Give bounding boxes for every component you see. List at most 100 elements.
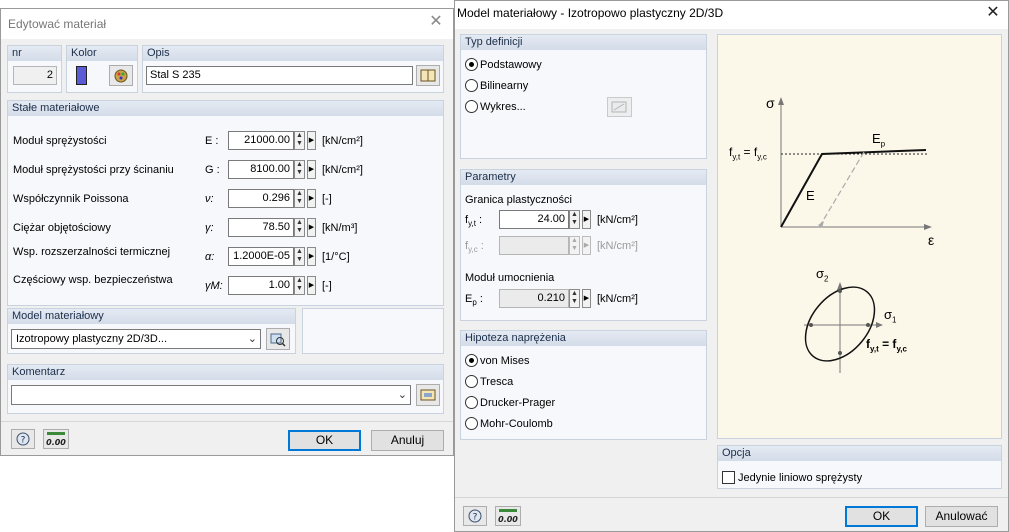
fyt-arrow[interactable]: ▶	[582, 210, 591, 229]
safety-factor-spinner[interactable]: ▲ ▼	[294, 276, 305, 295]
help-icon: ?	[468, 509, 482, 523]
close-icon[interactable]: ✕	[426, 13, 446, 33]
thermal-expansion-unit: [1/°C]	[322, 251, 350, 263]
poisson-ratio-input[interactable]: 0.296	[228, 189, 294, 208]
poisson-ratio-label: Współczynnik Poissona	[13, 193, 129, 205]
comment-input[interactable]: ⌄	[11, 385, 411, 405]
radio-von-mises-label[interactable]: von Mises	[480, 355, 530, 367]
safety-factor-input[interactable]: 1.00	[228, 276, 294, 295]
unit-weight-arrow[interactable]: ▶	[307, 218, 316, 237]
comment-title: Komentarz	[8, 365, 443, 380]
svg-text:?: ?	[473, 513, 478, 523]
fyt-symbol: fy,t :	[465, 214, 483, 229]
elastic-modulus-spinner[interactable]: ▲ ▼	[294, 131, 305, 150]
library-button[interactable]	[416, 65, 440, 86]
material-model-value: Izotropowy plastyczny 2D/3D...	[16, 333, 168, 345]
palette-icon	[114, 69, 128, 83]
comment-action-button[interactable]	[416, 384, 440, 406]
units-button[interactable]: 0.00	[495, 506, 521, 526]
fyc-input	[499, 236, 569, 255]
radio-von-mises[interactable]	[465, 354, 478, 367]
ep-arrow[interactable]: ▶	[582, 289, 591, 308]
elastic-modulus-curve-label: E	[806, 188, 815, 203]
linear-elastic-checkbox[interactable]	[722, 471, 735, 484]
radio-diagram[interactable]	[465, 100, 478, 113]
yield-strength-label: Granica plastyczności	[465, 194, 572, 206]
shear-modulus-spinner[interactable]: ▲ ▼	[294, 160, 305, 179]
option-title: Opcja	[718, 446, 1001, 461]
decimal-places-icon: 0.00	[498, 509, 518, 524]
ok-button[interactable]: OK	[845, 506, 918, 527]
fyt-unit: [kN/cm²]	[597, 214, 638, 226]
description-input[interactable]: Stal S 235	[146, 66, 413, 85]
definition-type-group: Typ definicji Podstawowy Bilinearny Wykr…	[460, 34, 707, 159]
nr-group: nr 2	[7, 45, 62, 93]
svg-text:0.00: 0.00	[46, 438, 66, 447]
radio-drucker-prager[interactable]	[465, 396, 478, 409]
radio-tresca-label[interactable]: Tresca	[480, 376, 513, 388]
radio-mohr-coulomb[interactable]	[465, 417, 478, 430]
shear-modulus-input[interactable]: 8100.00	[228, 160, 294, 179]
unit-weight-symbol: γ:	[205, 222, 214, 234]
elastic-modulus-symbol: E :	[205, 135, 219, 147]
description-label: Opis	[143, 46, 443, 61]
edit-diagram-button[interactable]	[607, 97, 632, 117]
sigma2-text: σ	[816, 266, 825, 281]
ep-curve-text: E	[872, 131, 881, 146]
units-button[interactable]: 0.00	[43, 429, 69, 449]
radio-drucker-prager-label[interactable]: Drucker-Prager	[480, 397, 555, 409]
radio-diagram-label[interactable]: Wykres...	[480, 101, 526, 113]
model-preview-panel	[302, 308, 444, 354]
diagram-panel: σ ε fy,t = fy,c E Ep σ2 σ1 fy,t = fy,c	[717, 34, 1002, 439]
nr-label: nr	[8, 46, 61, 61]
close-icon[interactable]: ✕	[983, 4, 1003, 24]
nr-field: 2	[13, 66, 57, 85]
unit-weight-input[interactable]: 78.50	[228, 218, 294, 237]
radio-basic[interactable]	[465, 58, 478, 71]
edit-model-button[interactable]	[266, 328, 290, 350]
shear-modulus-arrow[interactable]: ▶	[307, 160, 316, 179]
help-button[interactable]: ?	[11, 429, 35, 449]
poisson-ratio-unit: [-]	[322, 193, 332, 205]
color-picker-button[interactable]	[109, 65, 133, 86]
thermal-expansion-symbol: α:	[205, 251, 215, 263]
title-bar: Model materiałowy - Izotropowo plastyczn…	[455, 1, 1008, 29]
svg-text:?: ?	[21, 436, 26, 446]
elastic-modulus-input[interactable]: 21000.00	[228, 131, 294, 150]
ep-input[interactable]: 0.210	[499, 289, 569, 308]
cancel-button[interactable]: Anulować	[925, 506, 998, 527]
yield-surface-eq: = f	[882, 337, 897, 351]
material-model-select[interactable]: Izotropowy plastyczny 2D/3D... ⌄	[11, 329, 261, 349]
linear-elastic-label[interactable]: Jedynie liniowo sprężysty	[738, 472, 862, 484]
hardening-modulus-label: Moduł umocnienia	[465, 272, 555, 284]
thermal-expansion-spinner[interactable]: ▲ ▼	[294, 247, 305, 266]
shear-modulus-label: Moduł sprężystości przy ścinaniu	[13, 164, 174, 176]
definition-title: Typ definicji	[461, 35, 706, 50]
radio-basic-label[interactable]: Podstawowy	[480, 59, 542, 71]
elastic-modulus-arrow[interactable]: ▶	[307, 131, 316, 150]
fyt-spinner[interactable]: ▲ ▼	[569, 210, 580, 229]
ep-spinner[interactable]: ▲ ▼	[569, 289, 580, 308]
unit-weight-spinner[interactable]: ▲ ▼	[294, 218, 305, 237]
cancel-button[interactable]: Anuluj	[371, 430, 444, 451]
radio-tresca[interactable]	[465, 375, 478, 388]
shear-modulus-unit: [kN/cm²]	[322, 164, 363, 176]
thermal-expansion-arrow[interactable]: ▶	[307, 247, 316, 266]
radio-bilinear[interactable]	[465, 79, 478, 92]
poisson-ratio-arrow[interactable]: ▶	[307, 189, 316, 208]
edit-material-dialog: Edytować materiał ✕ nr 2 Kolor Opis Stal…	[0, 8, 454, 456]
thermal-expansion-label: Wsp. rozszerzalności termicznej	[13, 246, 171, 258]
unit-weight-label: Ciężar objętościowy	[13, 222, 111, 234]
dialog-title: Edytować materiał	[8, 17, 107, 31]
radio-bilinear-label[interactable]: Bilinearny	[480, 80, 528, 92]
help-button[interactable]: ?	[463, 506, 487, 526]
safety-factor-arrow[interactable]: ▶	[307, 276, 316, 295]
ok-button[interactable]: OK	[288, 430, 361, 451]
thermal-expansion-input[interactable]: 1.2000E-05	[228, 247, 294, 266]
parameters-group: Parametry Granica plastyczności fy,t : 2…	[460, 169, 707, 321]
color-group: Kolor	[66, 45, 138, 93]
safety-factor-symbol: γM:	[205, 280, 223, 292]
poisson-ratio-spinner[interactable]: ▲ ▼	[294, 189, 305, 208]
fyt-input[interactable]: 24.00	[499, 210, 569, 229]
radio-mohr-coulomb-label[interactable]: Mohr-Coulomb	[480, 418, 553, 430]
